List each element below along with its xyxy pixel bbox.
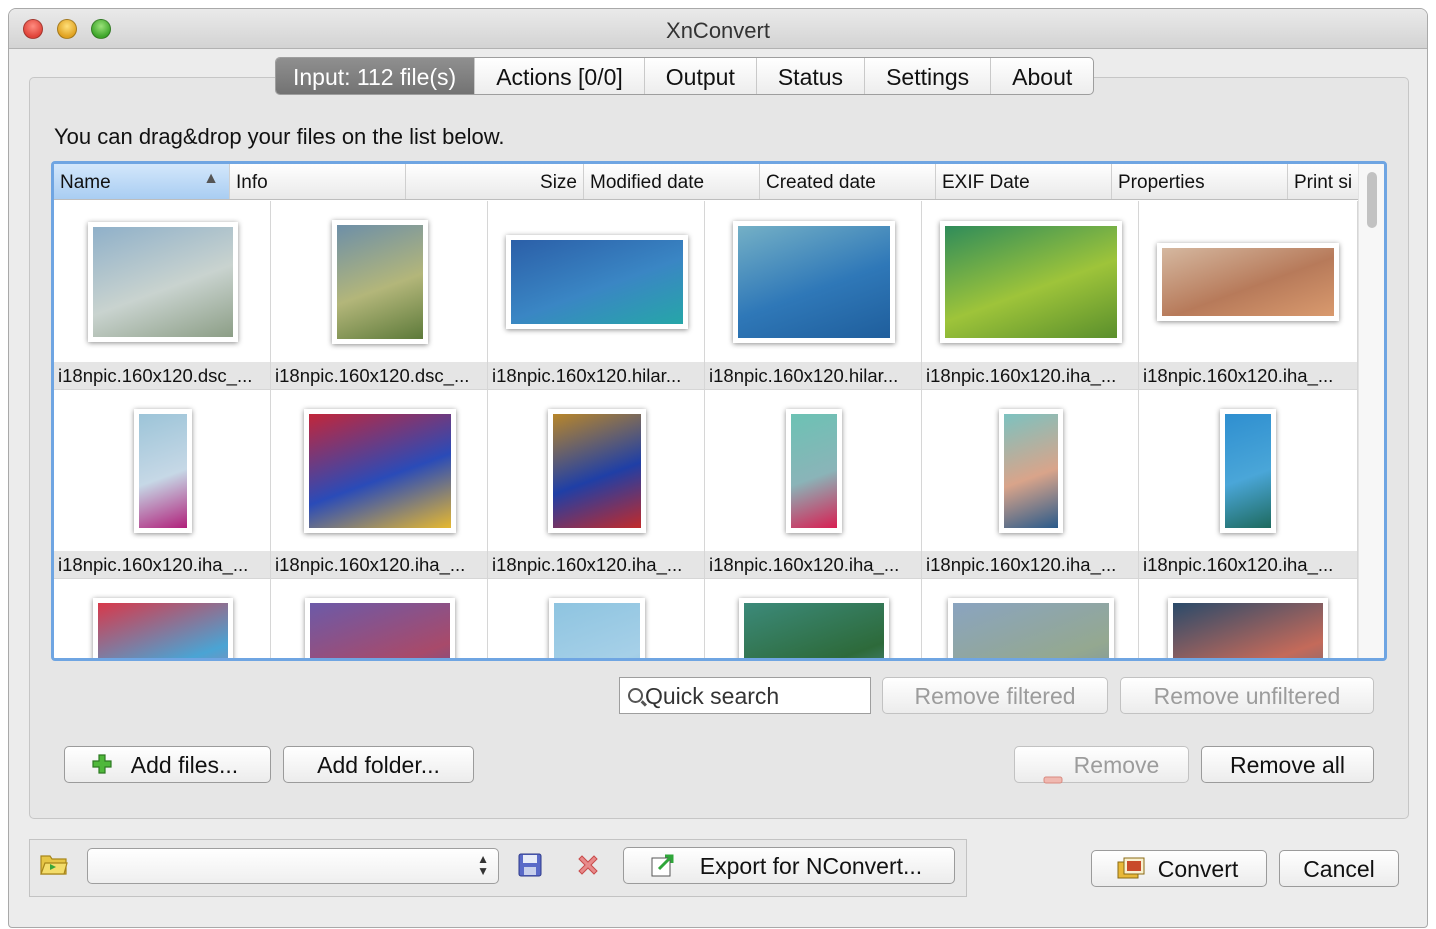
thumbnail-image (134, 409, 192, 533)
convert-label: Convert (1157, 856, 1239, 882)
floppy-disk-icon[interactable] (517, 852, 543, 883)
thumbnail-image (786, 409, 842, 533)
remove-filtered-button[interactable]: Remove filtered (882, 677, 1108, 714)
thumbnail-cell[interactable] (271, 579, 488, 658)
convert-icon (1116, 856, 1146, 888)
remove-label: Remove (1073, 752, 1160, 778)
app-window: XnConvert Input: 112 file(s) Actions [0/… (8, 8, 1428, 928)
thumbnail-image (1220, 409, 1276, 533)
remove-unfiltered-button[interactable]: Remove unfiltered (1120, 677, 1374, 714)
vertical-scrollbar[interactable] (1358, 164, 1384, 658)
thumbnail-image (948, 598, 1114, 658)
thumbnail-caption: i18npic.160x120.iha_... (705, 551, 921, 578)
remove-all-button[interactable]: Remove all (1201, 746, 1374, 783)
thumbnail-cell[interactable] (1139, 579, 1358, 658)
column-exif-date[interactable]: EXIF Date (936, 164, 1112, 199)
tab-settings[interactable]: Settings (864, 58, 990, 94)
thumbnail-caption: i18npic.160x120.iha_... (271, 551, 487, 578)
search-icon (628, 688, 643, 703)
tab-output[interactable]: Output (643, 58, 756, 94)
file-list[interactable]: Name ▲ Info Size Modified date Created d… (51, 161, 1387, 661)
thumbnail-caption: i18npic.160x120.iha_... (922, 362, 1138, 389)
column-name[interactable]: Name ▲ (54, 164, 230, 199)
thumbnail-caption: i18npic.160x120.iha_... (488, 551, 704, 578)
column-modified-date[interactable]: Modified date (584, 164, 760, 199)
thumbnail-image (506, 235, 688, 329)
title-bar[interactable]: XnConvert (9, 9, 1427, 49)
thumbnail-caption: i18npic.160x120.dsc_... (271, 362, 487, 389)
thumbnail-cell[interactable]: i18npic.160x120.iha_... (922, 201, 1139, 390)
minus-icon (1043, 763, 1063, 790)
tab-status[interactable]: Status (755, 58, 864, 94)
thumbnail-image (305, 598, 455, 658)
column-info[interactable]: Info (230, 164, 406, 199)
thumbnail-caption: i18npic.160x120.iha_... (1139, 362, 1357, 389)
add-files-button[interactable]: Add files... (64, 746, 271, 783)
quick-search-placeholder: Quick search (645, 683, 780, 709)
export-icon (650, 852, 678, 884)
tab-input[interactable]: Input: 112 file(s) (276, 58, 475, 94)
cancel-button[interactable]: Cancel (1279, 850, 1399, 887)
thumbnail-cell[interactable] (705, 579, 922, 658)
thumbnail-cell[interactable]: i18npic.160x120.iha_... (54, 390, 271, 579)
drag-drop-hint: You can drag&drop your files on the list… (54, 124, 505, 149)
thumbnail-cell[interactable] (488, 579, 705, 658)
preset-select[interactable]: ▲ ▼ (87, 848, 499, 884)
window-title: XnConvert (666, 18, 770, 43)
thumbnail-caption: i18npic.160x120.iha_... (922, 551, 1138, 578)
column-properties[interactable]: Properties (1112, 164, 1288, 199)
thumbnail-caption: i18npic.160x120.hilar... (705, 362, 921, 389)
thumbnail-image (304, 409, 456, 533)
thumbnail-caption: i18npic.160x120.dsc_... (54, 362, 270, 389)
thumbnail-image (940, 221, 1122, 343)
folder-open-icon[interactable] (39, 851, 69, 882)
thumbnail-caption: i18npic.160x120.hilar... (488, 362, 704, 389)
tab-actions[interactable]: Actions [0/0] (474, 58, 644, 94)
main-tabs: Input: 112 file(s) Actions [0/0] Output … (275, 57, 1095, 95)
thumbnail-image (1157, 243, 1339, 321)
select-arrows-icon: ▲ ▼ (477, 852, 489, 878)
thumbnail-cell[interactable]: i18npic.160x120.dsc_... (271, 201, 488, 390)
column-name-label: Name (60, 172, 111, 193)
thumbnail-image (739, 598, 889, 658)
thumbnail-cell[interactable]: i18npic.160x120.dsc_... (54, 201, 271, 390)
thumbnail-cell[interactable]: i18npic.160x120.iha_... (705, 390, 922, 579)
thumbnail-image (549, 598, 645, 658)
quick-search-input[interactable]: Quick search (619, 677, 871, 714)
red-x-icon[interactable] (575, 852, 601, 883)
column-print-size[interactable]: Print si (1288, 164, 1358, 199)
thumbnail-image (93, 598, 233, 658)
thumbnail-image (548, 409, 646, 533)
column-created-date[interactable]: Created date (760, 164, 936, 199)
thumbnail-cell[interactable]: i18npic.160x120.iha_... (1139, 201, 1358, 390)
thumbnail-cell[interactable]: i18npic.160x120.iha_... (1139, 390, 1358, 579)
thumbnail-image (999, 409, 1063, 533)
tab-about[interactable]: About (990, 58, 1093, 94)
thumbnail-image (733, 221, 895, 343)
convert-button[interactable]: Convert (1091, 850, 1267, 887)
thumbnail-cell[interactable]: i18npic.160x120.hilar... (705, 201, 922, 390)
thumbnail-cell[interactable]: i18npic.160x120.hilar... (488, 201, 705, 390)
remove-button[interactable]: Remove (1014, 746, 1189, 784)
sort-ascending-icon: ▲ (203, 170, 219, 187)
thumbnail-image (1168, 598, 1328, 658)
add-folder-button[interactable]: Add folder... (283, 746, 474, 783)
thumbnail-cell[interactable] (54, 579, 271, 658)
thumbnail-cell[interactable]: i18npic.160x120.iha_... (271, 390, 488, 579)
green-plus-icon (91, 753, 113, 781)
file-list-header: Name ▲ Info Size Modified date Created d… (54, 164, 1358, 200)
thumbnail-caption: i18npic.160x120.iha_... (54, 551, 270, 578)
thumbnail-image (332, 220, 428, 344)
export-nconvert-button[interactable]: Export for NConvert... (623, 847, 955, 884)
export-nconvert-label: Export for NConvert... (699, 853, 923, 879)
column-size[interactable]: Size (406, 164, 584, 199)
thumbnail-cell[interactable] (922, 579, 1139, 658)
add-files-label: Add files... (130, 752, 239, 778)
thumbnail-cell[interactable]: i18npic.160x120.iha_... (922, 390, 1139, 579)
thumbnail-image (88, 222, 238, 342)
thumbnail-caption: i18npic.160x120.iha_... (1139, 551, 1357, 578)
scrollbar-thumb[interactable] (1367, 172, 1377, 228)
thumbnail-cell[interactable]: i18npic.160x120.iha_... (488, 390, 705, 579)
